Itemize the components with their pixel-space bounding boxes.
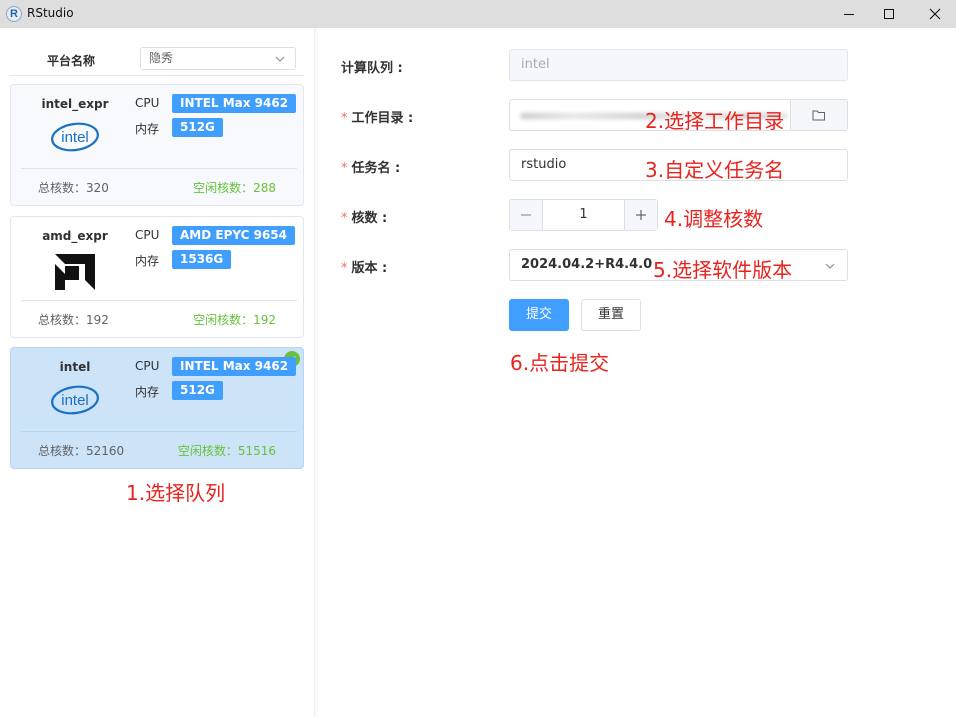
intel-logo-icon: intel	[51, 385, 99, 415]
svg-text:intel: intel	[61, 129, 89, 146]
queue-card-amd-expr[interactable]: amd_expr CPU AMD EPYC 9654 内存 1536G 总核数：…	[10, 216, 304, 338]
r-logo-icon: R	[6, 6, 22, 22]
svg-text:intel: intel	[61, 392, 89, 409]
chevron-down-icon	[275, 56, 285, 62]
cpu-tag: INTEL Max 9462	[172, 94, 297, 113]
annotation-click-submit: 6.点击提交	[510, 351, 610, 375]
divider	[10, 75, 304, 76]
title-bar: R RStudio	[0, 0, 956, 28]
close-button[interactable]	[912, 0, 956, 28]
card-divider	[21, 431, 297, 432]
total-cores: 总核数：320	[38, 181, 109, 195]
minimize-icon	[844, 14, 854, 15]
annotation-adjust-cores: 4.调整核数	[664, 207, 764, 231]
required-mark: *	[341, 261, 348, 276]
amd-logo-icon	[55, 254, 95, 290]
cpu-label: CPU	[135, 228, 160, 242]
platform-label: 平台名称	[47, 54, 96, 68]
maximize-icon	[884, 9, 894, 19]
chevron-down-icon	[825, 263, 835, 269]
plus-icon	[636, 210, 646, 220]
required-mark: *	[341, 111, 348, 126]
annotation-custom-name: 3.自定义任务名	[645, 158, 785, 182]
queue-label-text: 计算队列 :	[341, 61, 403, 76]
workdir-label-text: 工作目录 :	[351, 111, 414, 126]
total-cores: 总核数：52160	[38, 444, 125, 458]
folder-icon	[812, 110, 825, 121]
cpu-label: CPU	[135, 359, 160, 373]
idle-cores: 空闲核数：288	[193, 181, 276, 195]
version-label: * 版本 :	[341, 257, 387, 276]
idle-cores: 空闲核数：51516	[177, 444, 276, 458]
memory-label: 内存	[135, 385, 160, 399]
queue-field-value: intel	[521, 57, 550, 72]
queue-card-intel[interactable]: intel intel CPU INTEL Max 9462 内存 512G 总…	[10, 347, 304, 469]
cores-label-text: 核数 :	[351, 211, 388, 226]
cpu-tag: INTEL Max 9462	[172, 357, 297, 376]
queue-name: intel	[59, 360, 91, 374]
jobname-label: * 任务名 :	[341, 157, 400, 176]
queue-card-intel-expr[interactable]: intel_expr intel CPU INTEL Max 9462 内存 5…	[10, 84, 304, 206]
annotation-select-version: 5.选择软件版本	[653, 258, 793, 282]
increment-button[interactable]	[624, 200, 657, 230]
folder-browse-button[interactable]	[790, 100, 847, 130]
jobname-label-text: 任务名 :	[351, 161, 401, 176]
cores-label: * 核数 :	[341, 207, 387, 226]
required-mark: *	[341, 211, 348, 226]
memory-label: 内存	[135, 122, 160, 136]
card-divider	[21, 300, 297, 301]
maximize-button[interactable]	[866, 0, 912, 28]
decrement-button[interactable]	[510, 200, 543, 230]
queue-name: amd_expr	[42, 229, 108, 243]
window-title: RStudio	[27, 6, 74, 20]
queue-name: intel_expr	[41, 97, 109, 111]
workdir-label: * 工作目录 :	[341, 107, 413, 126]
reset-button[interactable]: 重置	[581, 299, 641, 331]
platform-select[interactable]: 隐秀	[140, 47, 296, 70]
total-cores: 总核数：192	[38, 313, 109, 327]
close-icon	[929, 8, 941, 20]
cores-stepper[interactable]: 1	[509, 199, 658, 231]
platform-row: 平台名称 隐秀	[0, 28, 314, 76]
version-select-value: 2024.04.2+R4.4.0	[521, 257, 653, 272]
memory-label: 内存	[135, 254, 160, 268]
idle-cores: 空闲核数：192	[193, 313, 276, 327]
submit-button[interactable]: 提交	[509, 299, 569, 331]
cpu-label: CPU	[135, 96, 160, 110]
cpu-tag: AMD EPYC 9654	[172, 226, 296, 245]
cores-value[interactable]: 1	[543, 200, 624, 230]
required-mark: *	[341, 161, 348, 176]
memory-tag: 512G	[172, 381, 223, 400]
intel-logo-icon: intel	[51, 122, 99, 152]
version-label-text: 版本 :	[351, 261, 388, 276]
annotation-select-queue: 1.选择队列	[126, 481, 226, 505]
jobname-input-value: rstudio	[521, 157, 567, 172]
queue-sidebar: 平台名称 隐秀 intel_expr intel CPU INTEL Max 9…	[0, 28, 315, 717]
platform-select-value: 隐秀	[149, 51, 174, 65]
card-divider	[21, 168, 297, 169]
memory-tag: 512G	[172, 118, 223, 137]
queue-field: intel	[509, 49, 848, 81]
annotation-select-dir: 2.选择工作目录	[645, 109, 785, 133]
memory-tag: 1536G	[172, 250, 232, 269]
minus-icon	[521, 214, 531, 216]
queue-label: 计算队列 :	[341, 57, 403, 76]
